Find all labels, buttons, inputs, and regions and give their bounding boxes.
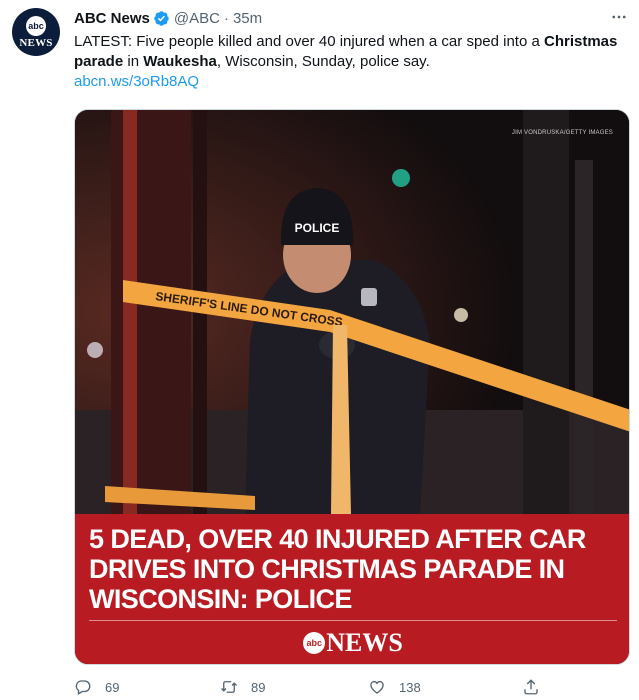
retweet-button[interactable]: 89 [220,678,265,696]
headline-banner: 5 DEAD, OVER 40 INJURED AFTER CAR DRIVES… [75,514,629,664]
action-bar: 69 89 138 [74,678,594,700]
more-options-icon[interactable] [608,6,630,28]
photo-credit: JIM VONDRUSKA/GETTY IMAGES [511,130,613,136]
share-button[interactable] [522,678,540,696]
article-link[interactable]: abcn.ws/3oRb8AQ [74,73,199,90]
timestamp[interactable]: 35m [233,10,262,27]
photo-scene: POLICE SHERIFF'S LINE DO NOT CROSS [75,110,629,514]
retweet-count: 89 [251,679,266,695]
text-part-bold: Waukesha [143,53,217,70]
like-button[interactable]: 138 [368,678,421,696]
cap-text: POLICE [295,221,340,235]
tweet[interactable]: abc NEWS ABC News @ABC · 35m LATEST: Fiv… [0,0,639,698]
avatar[interactable]: abc NEWS [12,8,60,56]
abc-logo-circle: abc [303,632,326,654]
media-image[interactable]: POLICE SHERIFF'S LINE DO NOT CROSS JIM V… [74,109,630,665]
headline: 5 DEAD, OVER 40 INJURED AFTER CAR DRIVES… [89,524,586,614]
text-part: in [123,53,144,70]
like-count: 138 [399,679,421,695]
news-wordmark: NEWS [19,36,53,49]
abc-news-logo: abc NEWS [75,628,629,658]
heart-icon [370,680,384,694]
tweet-header: ABC News @ABC · 35m [74,8,262,28]
abc-logo: abc [26,15,46,36]
separator: · [223,9,229,27]
retweet-icon [221,681,237,693]
text-part: LATEST: Five people killed and over 40 i… [74,33,544,50]
reply-button[interactable]: 69 [74,678,119,696]
text-part: , Wisconsin, Sunday, police say. [216,53,430,70]
share-icon [524,679,538,695]
news-wordmark: NEWS [326,628,403,657]
reply-icon [75,680,91,695]
reply-count: 69 [105,679,120,695]
banner-divider [89,620,617,621]
author-handle[interactable]: @ABC [174,10,220,27]
verified-badge-icon [154,10,169,26]
tweet-text: LATEST: Five people killed and over 40 i… [74,32,619,92]
author-name[interactable]: ABC News [74,10,150,27]
